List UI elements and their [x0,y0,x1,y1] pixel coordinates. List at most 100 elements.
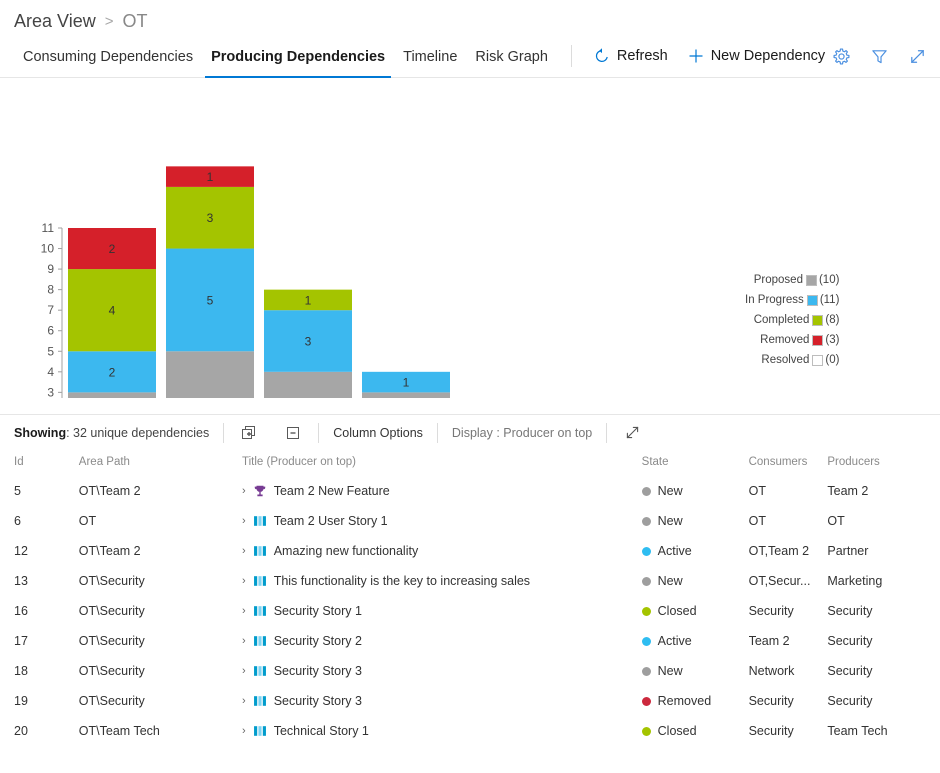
legend-item-resolved[interactable]: Resolved (0) [745,350,839,370]
tab-risk-graph[interactable]: Risk Graph [466,34,557,78]
chevron-right-icon[interactable]: › [242,515,246,527]
row-id[interactable]: 13 [0,566,79,596]
row-title-text[interactable]: Security Story 3 [274,664,362,678]
row-producers: Team 2 [827,484,869,498]
row-title-cell: › Security Story 2 [242,626,642,656]
row-id[interactable]: 19 [0,686,79,716]
table-row[interactable]: 17 OT\Security › Security Story 2 Active Team… [0,626,940,656]
row-area-path: OT\Team 2 [78,544,141,558]
legend-count: (0) [825,354,840,366]
row-id[interactable]: 18 [0,656,79,686]
table-row[interactable]: 18 OT\Security › Security Story 3 New Network… [0,656,940,686]
gear-icon[interactable] [830,45,852,67]
svg-text:1: 1 [207,170,214,184]
table-row[interactable]: 6 OT › Team 2 User Story 1 New OT OT [0,506,940,536]
legend-item-proposed[interactable]: Proposed (10) [745,270,840,290]
svg-text:7: 7 [47,303,54,317]
toolbar-divider [606,422,608,443]
display-mode-button[interactable]: Display : Producer on top [452,426,592,440]
breadcrumb-separator-icon: > [104,13,114,30]
column-header-producers[interactable]: Producers [827,450,940,476]
user-story-icon [253,724,267,738]
row-state-cell: New [641,506,749,536]
filter-icon[interactable] [868,45,890,67]
legend-count: (11) [819,294,840,306]
state-dot-icon [641,486,651,496]
table-row[interactable]: 13 OT\Security › This functionality is the … [0,566,940,596]
row-consumers: Network [748,664,795,678]
column-header-area-path[interactable]: Area Path [79,450,242,476]
row-state-cell: Active [641,626,749,656]
row-state-cell: New [641,476,749,506]
table-row[interactable]: 12 OT\Team 2 › Amazing new functionality Act… [0,536,940,566]
state-dot-icon [641,576,651,586]
table-row[interactable]: 19 OT\Security › Security Story 3 Removed Sec… [0,686,940,716]
svg-text:3: 3 [47,385,54,398]
row-title-cell: › Team 2 User Story 1 [242,506,642,536]
row-title-text[interactable]: Security Story 2 [274,634,362,648]
table-row[interactable]: 5 OT\Team 2 › Team 2 New Feature New OT Team 2 [0,476,940,506]
column-options-button[interactable]: Column Options [333,426,423,440]
row-title-text[interactable]: This functionality is the key to increas… [274,574,530,588]
chevron-right-icon[interactable]: › [242,695,246,707]
new-dependency-button[interactable]: New Dependency [678,41,835,71]
column-header-state[interactable]: State [642,450,749,476]
row-state-label: Removed [657,694,712,708]
legend-item-in-progress[interactable]: In Progress (11) [745,290,839,310]
row-id[interactable]: 17 [0,626,79,656]
svg-text:5: 5 [207,396,214,398]
tab-timeline[interactable]: Timeline [394,34,466,78]
expand-icon[interactable] [906,45,928,67]
tab-producing-dependencies[interactable]: Producing Dependencies [202,34,394,78]
table-row[interactable]: 20 OT\Team Tech › Technical Story 1 Closed Se… [0,716,940,746]
user-story-icon [253,514,267,528]
plus-icon [688,48,704,64]
row-id[interactable]: 20 [0,716,79,746]
refresh-icon [594,47,610,64]
row-title-text[interactable]: Amazing new functionality [274,544,419,558]
refresh-button[interactable]: Refresh [584,41,678,71]
chevron-right-icon[interactable]: › [242,545,246,557]
row-producers: Security [827,694,873,708]
row-title-text[interactable]: Security Story 3 [274,694,362,708]
column-header-id[interactable]: Id [0,450,79,476]
row-producers: Team Tech [827,724,888,738]
state-dot-icon [641,606,651,616]
chevron-right-icon[interactable]: › [242,575,246,587]
breadcrumb-root[interactable]: Area View [14,11,96,32]
legend-label: Proposed [753,274,803,286]
expand-all-icon[interactable] [238,422,260,444]
row-consumers: OT [748,514,766,528]
chevron-right-icon[interactable]: › [242,605,246,617]
row-title-text[interactable]: Security Story 1 [274,604,362,618]
feature-trophy-icon [253,484,267,498]
dependencies-table: Id Area Path Title (Producer on top) Sta… [0,450,940,746]
tab-consuming-dependencies[interactable]: Consuming Dependencies [14,34,202,78]
row-consumers: OT,Secur... [748,574,811,588]
row-title-text[interactable]: Technical Story 1 [274,724,369,738]
row-id[interactable]: 12 [0,536,79,566]
row-producers: Security [827,604,873,618]
chevron-right-icon[interactable]: › [242,725,246,737]
collapse-all-icon[interactable] [282,422,304,444]
expand-icon[interactable] [621,422,643,444]
legend-label: Completed [753,314,810,326]
legend-item-completed[interactable]: Completed (8) [745,310,840,330]
row-title-cell: › This functionality is the key to increa… [242,566,642,596]
row-id[interactable]: 6 [0,506,79,536]
legend-item-removed[interactable]: Removed (3) [745,330,839,350]
row-title-text[interactable]: Team 2 New Feature [274,484,390,498]
chevron-right-icon[interactable]: › [242,485,246,497]
row-id[interactable]: 5 [0,476,79,506]
column-header-consumers[interactable]: Consumers [749,450,828,476]
table-row[interactable]: 16 OT\Security › Security Story 1 Closed Secu… [0,596,940,626]
state-dot-icon [641,546,651,556]
chevron-right-icon[interactable]: › [242,665,246,677]
row-producers: Security [827,634,873,648]
chevron-right-icon[interactable]: › [242,635,246,647]
row-title-text[interactable]: Team 2 User Story 1 [274,514,388,528]
legend-swatch-removed [812,334,824,346]
new-dependency-label: New Dependency [710,47,826,64]
row-id[interactable]: 16 [0,596,79,626]
column-header-title[interactable]: Title (Producer on top) [242,450,642,476]
